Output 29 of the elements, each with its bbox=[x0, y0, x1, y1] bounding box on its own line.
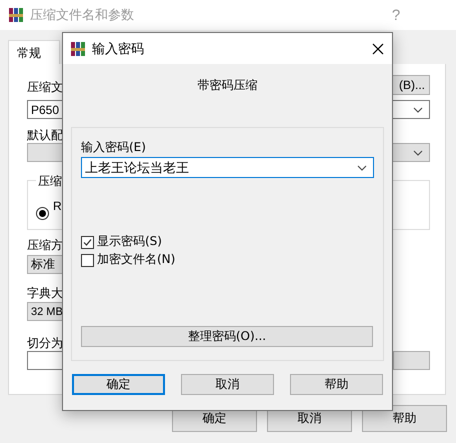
radio-button[interactable] bbox=[36, 207, 49, 220]
dialog-title: 输入密码 bbox=[92, 40, 145, 58]
field-label: 压缩方 bbox=[27, 237, 63, 253]
field-label: 字典大 bbox=[27, 285, 63, 301]
close-icon[interactable] bbox=[372, 42, 384, 54]
dialog-button[interactable]: 帮助 bbox=[362, 405, 447, 432]
chevron-down-icon bbox=[357, 164, 367, 170]
archive-app-icon bbox=[8, 7, 24, 23]
chevron-down-icon bbox=[413, 150, 423, 156]
tab[interactable]: 常规 bbox=[8, 40, 60, 64]
field-label: 压缩文 bbox=[27, 79, 63, 95]
radio-label: R bbox=[53, 198, 62, 214]
field-label: 切分为 bbox=[27, 335, 63, 351]
dialog-heading: 带密码压缩 bbox=[198, 77, 258, 93]
checkbox[interactable] bbox=[81, 254, 94, 266]
archive-app-icon bbox=[70, 40, 86, 56]
organize-passwords-button[interactable]: 整理密码(O)... bbox=[81, 326, 373, 347]
dialog-button[interactable]: 确定 bbox=[72, 374, 165, 395]
checkbox[interactable] bbox=[81, 236, 94, 248]
group-legend: 压缩 bbox=[36, 173, 64, 189]
checkbox-label: 显示密码(S) bbox=[97, 233, 162, 249]
dialog-button[interactable]: 帮助 bbox=[290, 374, 383, 395]
field-label: 输入密码(E) bbox=[81, 139, 146, 155]
field-label: 默认配 bbox=[27, 127, 63, 143]
window-title: 压缩文件名和参数 bbox=[30, 6, 135, 24]
dialog-button[interactable]: 取消 bbox=[181, 374, 274, 395]
password-combo[interactable]: 上老王论坛当老王 bbox=[81, 157, 374, 178]
checkbox-label: 加密文件名(N) bbox=[97, 251, 176, 267]
chevron-down-icon bbox=[413, 106, 423, 112]
